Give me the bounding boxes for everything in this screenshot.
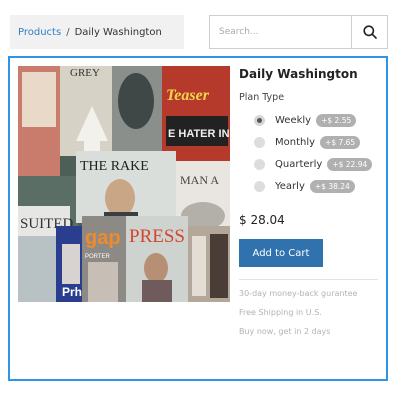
plan-radio-weekly[interactable] bbox=[254, 114, 265, 126]
magazine-text-press: PRESS bbox=[129, 226, 185, 247]
plan-price-badge: +$ 38.24 bbox=[309, 179, 355, 193]
magazine-text-teaser: Teaser bbox=[166, 87, 210, 104]
magazine-text-grey: GREY bbox=[70, 67, 100, 79]
plan-price-badge: +$ 7.65 bbox=[320, 135, 361, 149]
magazine-text-hater: E HATER IN bbox=[168, 128, 230, 140]
plan-option-weekly[interactable]: Weekly +$ 2.55 bbox=[239, 109, 379, 131]
plan-radio-yearly[interactable] bbox=[254, 180, 265, 192]
plan-options: Weekly +$ 2.55 Monthly +$ 7.65 Quarterly… bbox=[239, 109, 379, 197]
magazine-text-rake: THE RAKE bbox=[80, 159, 149, 174]
plan-price-badge: +$ 2.55 bbox=[316, 113, 357, 127]
divider bbox=[239, 279, 378, 280]
note-money-back: 30-day money-back gurantee bbox=[239, 289, 358, 298]
plan-price-badge: +$ 22.94 bbox=[327, 157, 373, 171]
product-image: GREY Teaser E HATER IN THE RAKE MAN A SU… bbox=[18, 66, 230, 302]
search-button[interactable] bbox=[351, 16, 387, 48]
search-box bbox=[209, 15, 388, 49]
plan-name: Yearly bbox=[275, 180, 305, 192]
product-price: $ 28.04 bbox=[239, 213, 285, 227]
plan-option-monthly[interactable]: Monthly +$ 7.65 bbox=[239, 131, 379, 153]
magazine-text-porter: PORTER bbox=[85, 254, 111, 260]
plan-option-yearly[interactable]: Yearly +$ 38.24 bbox=[239, 175, 379, 197]
plan-radio-monthly[interactable] bbox=[254, 136, 265, 148]
product-card: GREY Teaser E HATER IN THE RAKE MAN A SU… bbox=[8, 56, 388, 381]
magazine-text-man: MAN A bbox=[180, 173, 219, 187]
magazine-text-prh: Prh bbox=[62, 285, 82, 299]
plan-radio-quarterly[interactable] bbox=[254, 158, 265, 170]
search-input[interactable] bbox=[210, 16, 351, 48]
plan-name: Quarterly bbox=[275, 158, 323, 170]
note-free-shipping: Free Shipping in U.S. bbox=[239, 308, 322, 317]
product-title: Daily Washington bbox=[239, 67, 358, 81]
plan-option-quarterly[interactable]: Quarterly +$ 22.94 bbox=[239, 153, 379, 175]
plan-type-label: Plan Type bbox=[239, 92, 285, 103]
plan-name: Monthly bbox=[275, 136, 316, 148]
product-info: Daily Washington Plan Type Weekly +$ 2.5… bbox=[239, 66, 379, 337]
magazine-text-gap: gap bbox=[85, 227, 121, 249]
search-icon bbox=[362, 25, 377, 39]
note-delivery: Buy now, get in 2 days bbox=[239, 327, 331, 336]
breadcrumb-current: Daily Washington bbox=[74, 26, 162, 38]
add-to-cart-button[interactable]: Add to Cart bbox=[239, 239, 323, 267]
breadcrumb-link-products[interactable]: Products bbox=[18, 27, 61, 38]
breadcrumb-separator: / bbox=[66, 26, 70, 38]
plan-name: Weekly bbox=[275, 114, 312, 126]
breadcrumb: Products / Daily Washington bbox=[10, 15, 184, 49]
